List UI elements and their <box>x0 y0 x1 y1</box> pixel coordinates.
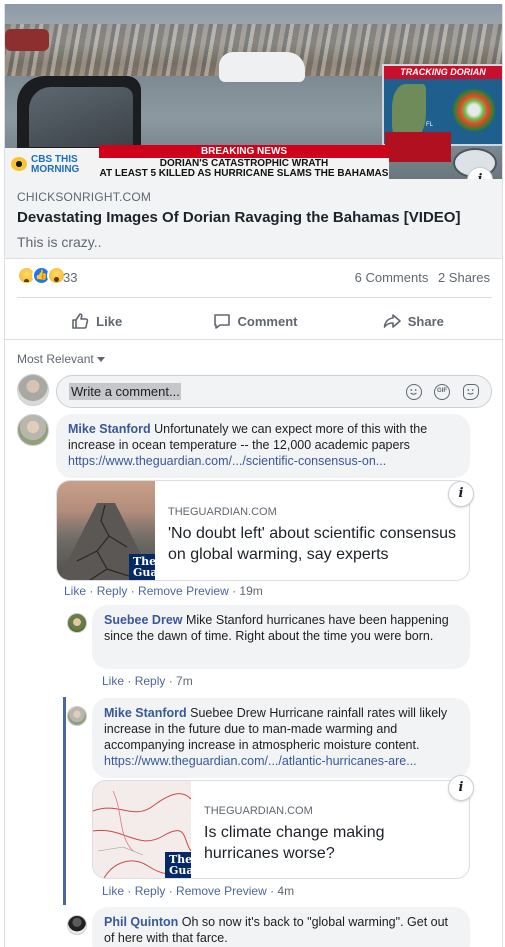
red-car <box>5 29 49 51</box>
map-label: FL <box>426 122 434 128</box>
link-description: This is crazy.. <box>17 234 102 250</box>
comment-timestamp[interactable]: 7m <box>176 674 193 688</box>
comment-reply-link[interactable]: Reply <box>97 584 128 598</box>
comment-input[interactable] <box>69 383 181 400</box>
guardian-logo: The Gua <box>165 852 194 878</box>
gif-icon[interactable]: GIF <box>434 384 450 400</box>
comment-link[interactable]: https://www.theguardian.com/.../scientif… <box>68 454 386 468</box>
remove-preview-link[interactable]: Remove Preview <box>138 584 229 598</box>
preview-title: 'No doubt left' about scientific consens… <box>168 525 457 563</box>
comment-bubble: Suebee Drew Mike Stanford hurricanes hav… <box>92 605 470 669</box>
commenter-avatar[interactable] <box>67 915 87 935</box>
divider <box>5 339 502 340</box>
comment-timestamp[interactable]: 19m <box>239 584 262 598</box>
link-preview[interactable]: CHICKSONRIGHT.COM Devastating Images Of … <box>5 179 502 259</box>
comment-meta: Like · Reply · Remove Preview · 4m <box>102 884 295 898</box>
comment-meta: Like · Reply · Remove Preview · 19m <box>64 584 263 598</box>
thread-highlight-bar <box>63 697 66 905</box>
cbs-this-morning-logo: CBS THIS MORNING <box>5 148 99 179</box>
comment-meta: Like · Reply · 7m <box>102 674 193 688</box>
commenter-avatar[interactable] <box>67 613 87 633</box>
link-preview-card[interactable]: The Gua THEGUARDIAN.COM 'No doubt left' … <box>56 480 470 581</box>
sun-eye-icon <box>11 157 27 171</box>
sort-dropdown[interactable]: Most Relevant <box>17 352 105 366</box>
comment-timestamp[interactable]: 4m <box>277 884 294 898</box>
post-image[interactable]: TRACKING DORIAN FL CBS THIS MORNING BREA… <box>5 4 502 179</box>
share-button[interactable]: Share <box>334 302 492 340</box>
preview-domain: THEGUARDIAN.COM <box>204 805 313 817</box>
remove-preview-link[interactable]: Remove Preview <box>176 884 267 898</box>
comment-bubble: Phil Quinton Oh so now it's back to "glo… <box>92 907 470 947</box>
comment-author[interactable]: Mike Stanford <box>104 706 187 720</box>
info-icon[interactable]: i <box>448 481 474 507</box>
link-preview-card[interactable]: The Gua THEGUARDIAN.COM Is climate chang… <box>92 780 470 879</box>
preview-domain: THEGUARDIAN.COM <box>168 506 277 518</box>
like-label: Like <box>96 313 123 329</box>
link-headline[interactable]: Devastating Images Of Dorian Ravaging th… <box>17 209 460 226</box>
post-actions: Like Comment Share <box>17 302 492 340</box>
commenter-avatar[interactable] <box>17 414 49 446</box>
reaction-count[interactable]: 33 <box>63 270 77 285</box>
preview-title: Is climate change making hurricanes wors… <box>204 824 385 862</box>
post-card: TRACKING DORIAN FL CBS THIS MORNING BREA… <box>4 4 503 947</box>
comment-button[interactable]: Comment <box>175 302 333 340</box>
comment-author[interactable]: Mike Stanford <box>68 422 151 436</box>
breaking-news-banner: BREAKING NEWS <box>99 145 389 158</box>
mirror-glass <box>29 87 133 147</box>
share-icon <box>383 314 401 328</box>
comment-author[interactable]: Phil Quinton <box>104 915 178 929</box>
sort-label: Most Relevant <box>17 352 94 366</box>
network-line2: MORNING <box>31 164 80 175</box>
comment-reply-link[interactable]: Reply <box>135 674 166 688</box>
post-stats: 6 Comments 2 Shares <box>349 270 490 285</box>
ticker-line2: AT LEAST 5 KILLED AS HURRICANE SLAMS THE… <box>99 168 389 179</box>
comment-like-link[interactable]: Like <box>64 584 86 598</box>
comment-like-link[interactable]: Like <box>102 884 124 898</box>
comment-bubble: Mike Stanford Unfortunately we can expec… <box>56 414 470 478</box>
sticker-icon[interactable] <box>463 384 479 400</box>
guardian-logo: The Gua <box>129 554 158 580</box>
graphic-box <box>385 132 451 162</box>
comment-like-link[interactable]: Like <box>102 674 124 688</box>
shares-count[interactable]: 2 Shares <box>438 270 490 285</box>
thumbs-up-icon <box>72 313 89 329</box>
share-label: Share <box>407 313 444 329</box>
commenter-avatar[interactable] <box>67 706 87 726</box>
comment-author[interactable]: Suebee Drew <box>104 613 183 627</box>
comment-bubble: Mike Stanford Suebee Drew Hurricane rain… <box>92 698 470 778</box>
preview-thumbnail: The Gua <box>93 781 194 878</box>
divider <box>17 297 492 298</box>
comment-link[interactable]: https://www.theguardian.com/.../atlantic… <box>104 754 417 768</box>
current-user-avatar[interactable] <box>17 374 49 406</box>
caret-down-icon <box>96 357 105 363</box>
tracking-label: TRACKING DORIAN <box>384 66 502 79</box>
link-domain: CHICKSONRIGHT.COM <box>17 190 152 204</box>
info-icon[interactable]: i <box>448 775 474 801</box>
comment-reply-link[interactable]: Reply <box>135 884 166 898</box>
comment-composer[interactable]: GIF <box>56 375 492 408</box>
comment-label: Comment <box>237 313 298 329</box>
comment-icon <box>213 314 230 329</box>
white-car <box>219 52 305 82</box>
news-ticker: DORIAN'S CATASTROPHIC WRATH AT LEAST 5 K… <box>99 158 389 179</box>
like-button[interactable]: Like <box>17 302 175 340</box>
comments-count[interactable]: 6 Comments <box>355 270 429 285</box>
preview-thumbnail: The Gua <box>57 481 158 580</box>
hurricane-radar <box>452 88 496 132</box>
emoji-icon[interactable] <box>406 384 422 400</box>
